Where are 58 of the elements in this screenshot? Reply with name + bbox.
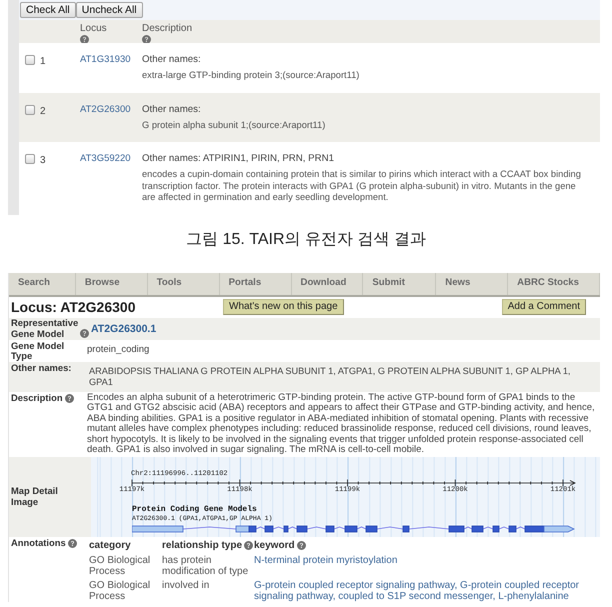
other-names: Other names: ATPIRIN1, PIRIN, PRN, PRN1 [142,153,336,165]
nav-tab[interactable]: Tools [148,272,220,294]
nav-tab[interactable]: ABRC Stocks [508,272,600,294]
checkbox[interactable] [25,154,35,164]
page-button[interactable]: Add a Comment [502,299,586,315]
field-label: Annotations [11,538,66,548]
help-icon[interactable] [244,541,254,550]
gene-model-link[interactable]: AT2G26300.1 [91,322,156,334]
locus-link[interactable]: AT2G26300 [80,104,142,116]
column-header: Locus [80,23,107,34]
other-names: Other names: [142,54,202,66]
gene-description: extra-large GTP-binding protein 3;(source:Araport11) [142,70,360,82]
page-button[interactable]: What's new on this page [223,299,344,315]
row-number: 1 [40,57,46,67]
help-icon[interactable] [64,394,74,402]
annotation-category: GO Biological Process [89,580,152,602]
field-value: protein_coding [87,345,150,356]
other-names: Other names: [142,104,202,116]
field-label: Description [11,392,63,403]
toolbar-button[interactable]: Check All [20,2,76,18]
gene-description: G protein alpha subunit 1;(source:Araport11) [142,120,326,131]
help-icon[interactable] [68,538,77,548]
annotation-column-header: keyword [254,540,295,552]
locus-link[interactable]: AT3G59220 [80,153,142,165]
field-label: Map Detail Image [11,486,59,507]
checkbox[interactable] [25,104,35,114]
help-icon[interactable] [142,35,151,44]
annotation-column-header: relationship type [162,540,242,552]
nav-tab[interactable]: Download [292,272,364,294]
annotation-column-header: category [89,540,131,552]
field-value: Encodes an alpha subunit of a heterotrimeric GTP-binding protein. The active GTP-bound form of GPA1 binds to the GTG1 and GTG2 abscisic acid (ABA) receptors and appears to affect their GTPase and GTP-binding activity, and hence, ABA binding abilities. GPA1 is a positive regulator in ABA-mediated inhibition of stomatal opening. Plants with recessive mutant alleles have complex phenotypes including: reduced brassinolide response, reduced cell divisions, round leaves, short hypocotyls. It is likely to be involved in the signaling events that trigger unfolded protein response-associated cell death. GPA1 is also involved in sugar signaling. The mRNA is cell-to-cell mobile. [87,392,596,456]
annotation-category: GO Biological Process [89,554,152,576]
row-number: 2 [40,106,46,116]
column-header: Description [142,23,192,34]
nav-tab[interactable]: Portals [220,272,292,294]
annotation-relationship: has protein modification of type [162,554,250,576]
field-label: Gene Model Type [11,340,66,362]
locus-link[interactable]: AT1G31930 [80,54,142,66]
annotation-relationship: involved in [162,580,210,592]
help-icon[interactable] [296,541,306,550]
nav-tab[interactable]: Search [9,272,76,294]
gene-description: encodes a cupin-domain containing protein that is similar to pirins which interact with a CCAAT box binding transcription factor. The protein interacts with GPA1 (G protein alpha-subunit) in vitro. Mutants in the gene are affected in germination and early seedling development. [142,169,582,204]
toolbar-button[interactable]: Uncheck All [76,2,143,18]
annotation-keyword-link[interactable]: N-terminal protein myristoylation [254,554,592,576]
field-label: Representative Gene Model [11,318,79,339]
row-number: 3 [40,156,46,166]
nav-tab[interactable]: Submit [363,272,436,294]
nav-tab[interactable]: Browse [76,272,148,294]
help-icon[interactable] [80,35,89,44]
annotation-keyword-link[interactable]: G-protein coupled receptor signaling pathway, G-protein coupled receptor signaling pathway, coupled to S1P second messenger, L-phenylalanine [254,580,592,602]
locus-title: Locus: AT2G26300 [10,299,136,315]
track-title: Protein Coding Gene Models [132,504,257,514]
help-icon[interactable] [80,329,89,338]
nav-tab[interactable]: News [436,272,508,294]
field-label: Other names: [11,362,72,373]
checkbox[interactable] [25,55,35,65]
figure-caption: 그림 15. TAIR의 유전자 검색 결과 [185,230,427,250]
field-value: ARABIDOPSIS THALIANA G PROTEIN ALPHA SUBUNIT 1, ATGPA1, G PROTEIN ALPHA SUBUNIT 1, GP ALPHA 1, GPA1 [89,366,572,388]
